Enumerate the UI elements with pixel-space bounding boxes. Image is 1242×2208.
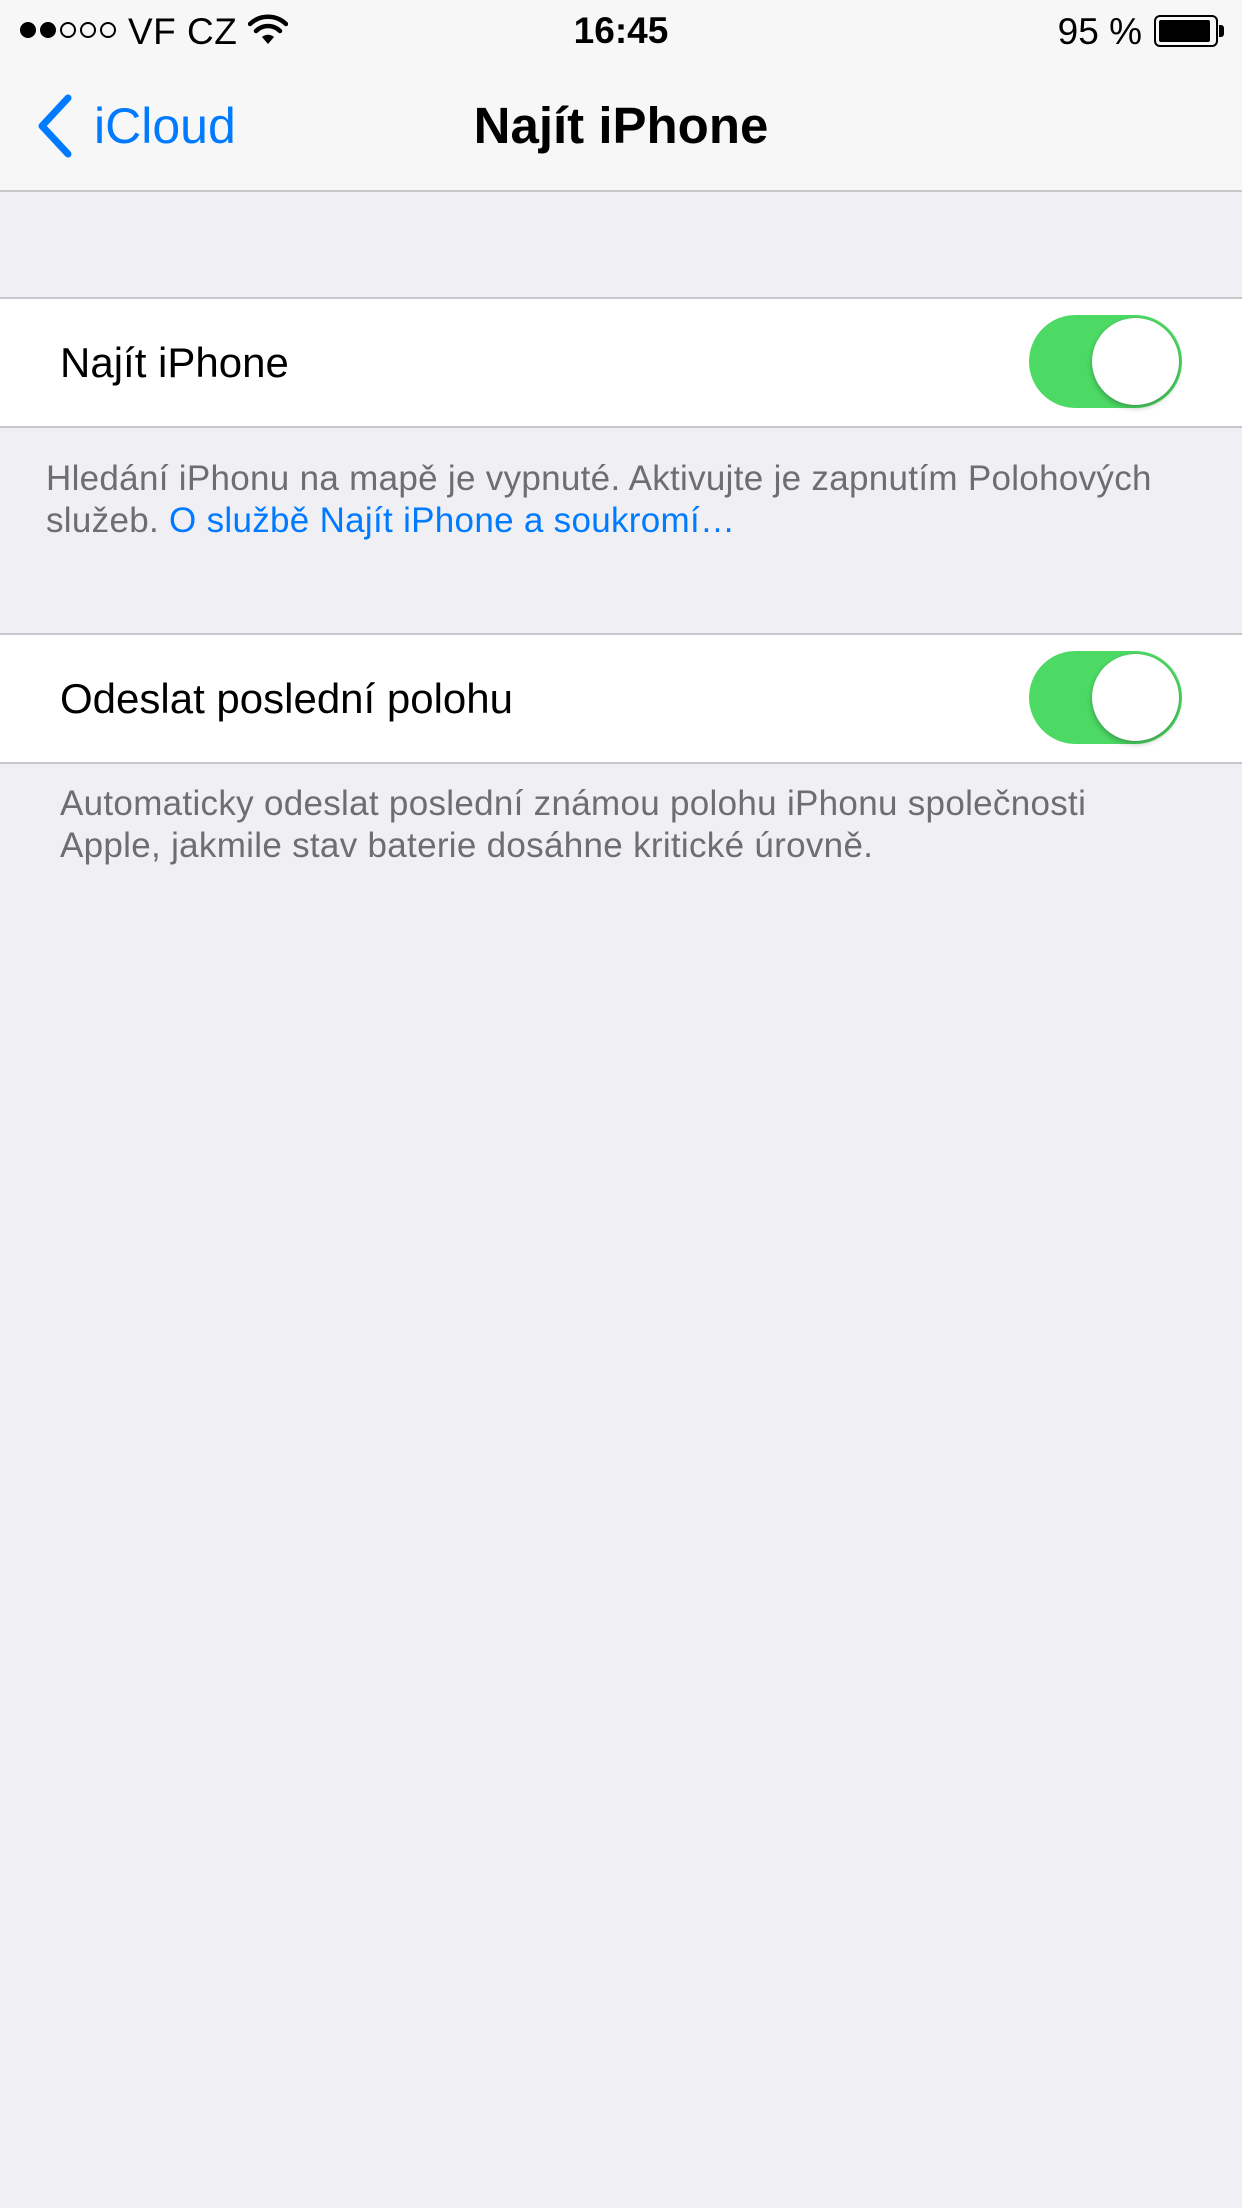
battery-body [1154, 15, 1218, 47]
status-bar: VF CZ 16:45 95 % [0, 0, 1242, 62]
battery-icon [1154, 15, 1224, 47]
send-last-location-footer: Automaticky odeslat poslední známou polo… [60, 784, 1087, 865]
settings-row-send-last-location: Odeslat poslední polohu [0, 633, 1242, 764]
send-last-location-label: Odeslat poslední polohu [60, 674, 513, 722]
settings-row-find-iphone: Najít iPhone [0, 297, 1242, 428]
find-iphone-footer: Hledání iPhonu na mapě je vypnuté. Aktiv… [46, 458, 1196, 542]
navigation-bar: iCloud Najít iPhone [0, 62, 1242, 192]
toggle-knob [1092, 654, 1179, 741]
find-iphone-label: Najít iPhone [60, 338, 289, 386]
battery-percent: 95 % [1057, 11, 1142, 52]
battery-cap [1219, 25, 1224, 37]
find-iphone-toggle[interactable] [1029, 315, 1182, 408]
page-title: Najít iPhone [473, 97, 769, 154]
privacy-link[interactable]: O službě Najít iPhone a soukromí… [169, 501, 735, 540]
toggle-knob [1092, 318, 1179, 405]
send-last-location-toggle[interactable] [1029, 651, 1182, 744]
status-time: 16:45 [573, 10, 669, 51]
battery-level-fill [1159, 20, 1211, 42]
